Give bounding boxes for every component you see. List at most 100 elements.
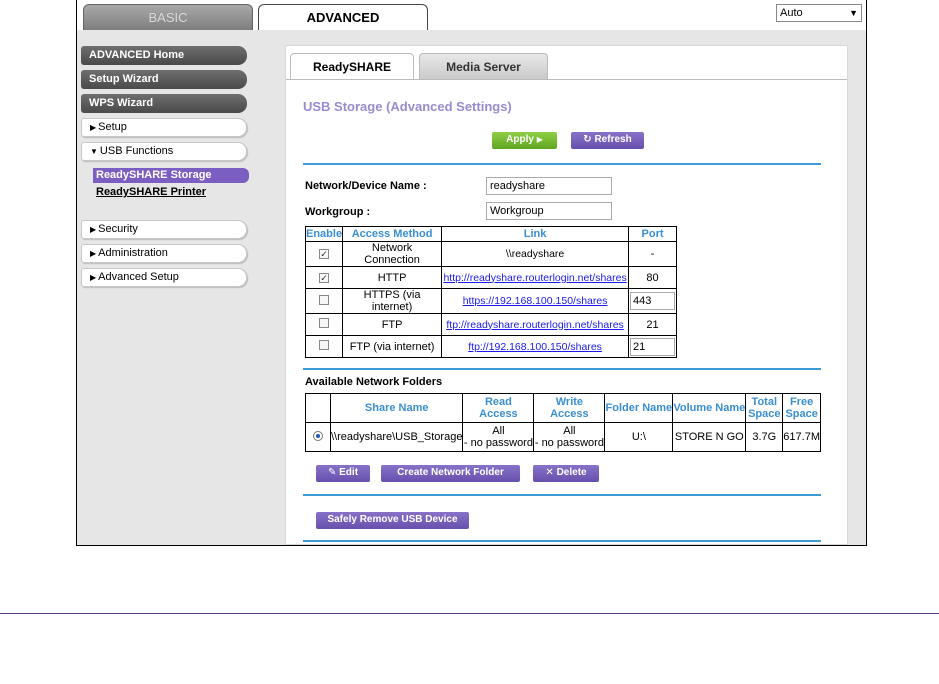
- access-method-cell: FTP: [342, 313, 443, 336]
- enable-checkbox[interactable]: ✓: [319, 272, 330, 283]
- sidebar-item-label: Setup: [98, 121, 127, 133]
- read-label-2: Access: [479, 408, 518, 420]
- write-value-1: All: [563, 425, 576, 437]
- enable-checkbox[interactable]: [319, 318, 330, 328]
- enable-checkbox[interactable]: [319, 340, 330, 350]
- edit-button[interactable]: ✎ Edit: [316, 465, 370, 482]
- enable-cell: [304, 313, 344, 336]
- radio-dot: [315, 433, 320, 438]
- enable-checkbox[interactable]: [319, 294, 330, 305]
- col-link: Link: [441, 226, 630, 242]
- refresh-label: Refresh: [594, 134, 632, 145]
- port-cell: 80: [628, 266, 677, 289]
- network-folders-table: Share Name Read Access Write Access Folder…: [305, 393, 821, 452]
- sidebar-item-label: Advanced Setup: [98, 271, 179, 283]
- table-row: FTP ftp://readyshare.routerlogin.net/shar…: [304, 313, 677, 336]
- enable-checkbox[interactable]: ✓: [319, 249, 330, 259]
- enable-cell: ✓: [304, 241, 344, 267]
- section-divider: [303, 540, 821, 542]
- arrow-right-icon: ▶: [536, 135, 543, 144]
- port-input[interactable]: 443: [630, 292, 676, 310]
- sidebar-item-advanced-home[interactable]: ADVANCED Home: [81, 46, 247, 65]
- enable-cell: [304, 288, 344, 314]
- triangle-right-icon: ▶: [90, 249, 97, 258]
- sidebar-item-administration[interactable]: ▶ Administration: [81, 244, 247, 263]
- sidebar-item-usb-functions[interactable]: ▼ USB Functions: [81, 142, 247, 161]
- free-label-1: Free: [790, 396, 814, 408]
- port-cell: 21: [628, 313, 677, 336]
- access-method-cell: Network Connection: [342, 241, 443, 267]
- read-label-1: Read: [484, 396, 512, 408]
- access-method-cell: HTTP: [342, 266, 443, 289]
- table-row: HTTPS (via internet) https://192.168.100.…: [304, 288, 677, 314]
- available-folders-title: Available Network Folders: [305, 376, 443, 388]
- workgroup-input[interactable]: Workgroup: [486, 202, 612, 220]
- triangle-down-icon: ▼: [90, 147, 98, 156]
- share-name-cell: \\readyshare\USB_Storage: [329, 422, 464, 452]
- sidebar-subitem-readyshare-storage[interactable]: ReadySHARE Storage: [93, 168, 249, 183]
- tab-basic[interactable]: BASIC: [83, 4, 253, 30]
- col-total-space: Total Space: [745, 393, 784, 423]
- sidebar-subitem-readyshare-printer[interactable]: ReadySHARE Printer: [96, 186, 206, 198]
- edit-label: Edit: [339, 467, 359, 478]
- sidebar-item-security[interactable]: ▶ Security: [81, 220, 247, 239]
- apply-label: Apply: [506, 134, 534, 145]
- write-value-2: - no password: [534, 437, 604, 449]
- chevron-down-icon: ▼: [849, 8, 858, 18]
- section-divider: [303, 368, 821, 370]
- folder-select-cell: [305, 422, 331, 452]
- folder-name-cell: U:\: [604, 422, 674, 452]
- language-value: Auto: [780, 7, 803, 19]
- content-panel: ReadySHARE Media Server USB Storage (Adv…: [285, 45, 848, 545]
- triangle-right-icon: ▶: [90, 123, 97, 132]
- folder-radio[interactable]: [312, 430, 323, 441]
- share-link[interactable]: ftp://192.168.100.150/shares: [468, 341, 602, 353]
- port-cell: -: [628, 241, 677, 267]
- delete-label: Delete: [556, 467, 587, 478]
- workgroup-label: Workgroup :: [305, 206, 371, 218]
- share-link[interactable]: http://readyshare.routerlogin.net/shares: [443, 272, 626, 284]
- port-input[interactable]: 21: [630, 337, 676, 356]
- sidebar-item-setup[interactable]: ▶ Setup: [81, 118, 247, 137]
- link-cell: https://192.168.100.150/shares: [441, 288, 630, 314]
- col-free-space: Free Space: [782, 393, 821, 423]
- col-port: Port: [628, 226, 677, 242]
- create-network-folder-button[interactable]: Create Network Folder: [381, 465, 520, 482]
- tab-advanced[interactable]: ADVANCED: [258, 4, 428, 30]
- triangle-right-icon: ▶: [90, 273, 97, 282]
- sidebar-item-wps-wizard[interactable]: WPS Wizard: [81, 94, 247, 113]
- table-row: FTP (via internet) ftp://192.168.100.150/…: [304, 335, 677, 358]
- language-select[interactable]: Auto ▼: [776, 4, 862, 22]
- delete-button[interactable]: ✕ Delete: [533, 465, 599, 482]
- share-link[interactable]: https://192.168.100.150/shares: [463, 295, 608, 307]
- share-path: \\readyshare: [505, 248, 565, 260]
- port-value: 21: [646, 318, 659, 331]
- read-value-1: All: [492, 425, 505, 437]
- write-label-2: Access: [550, 408, 589, 420]
- share-link[interactable]: ftp://readyshare.routerlogin.net/shares: [446, 319, 623, 331]
- access-method-cell: FTP (via internet): [342, 335, 443, 358]
- col-share-name: Share Name: [329, 393, 464, 423]
- col-folder-name: Folder Name: [604, 393, 674, 423]
- refresh-button[interactable]: ↻ Refresh: [571, 132, 644, 149]
- total-label-2: Space: [748, 408, 781, 420]
- sidebar-item-advanced-setup[interactable]: ▶ Advanced Setup: [81, 268, 247, 287]
- tab-readyshare[interactable]: ReadySHARE: [290, 53, 414, 80]
- write-access-cell: All - no password: [533, 422, 606, 452]
- col-select: [305, 393, 331, 423]
- sidebar-item-label: Security: [98, 223, 138, 235]
- enable-cell: [304, 335, 344, 358]
- col-volume-name: Volume Name: [672, 393, 747, 423]
- tab-media-server[interactable]: Media Server: [419, 53, 548, 80]
- device-name-input[interactable]: readyshare: [486, 177, 612, 195]
- refresh-icon: ↻: [583, 134, 592, 145]
- read-access-cell: All - no password: [462, 422, 535, 452]
- col-access-method: Access Method: [342, 226, 443, 242]
- apply-button[interactable]: Apply ▶: [492, 132, 557, 149]
- safely-remove-usb-button[interactable]: Safely Remove USB Device: [316, 512, 469, 529]
- port-value: 80: [646, 271, 659, 284]
- free-space-cell: 617.7M: [782, 422, 821, 452]
- section-divider: [303, 494, 821, 496]
- sidebar-item-setup-wizard[interactable]: Setup Wizard: [81, 70, 247, 89]
- col-read-access: Read Access: [462, 393, 535, 423]
